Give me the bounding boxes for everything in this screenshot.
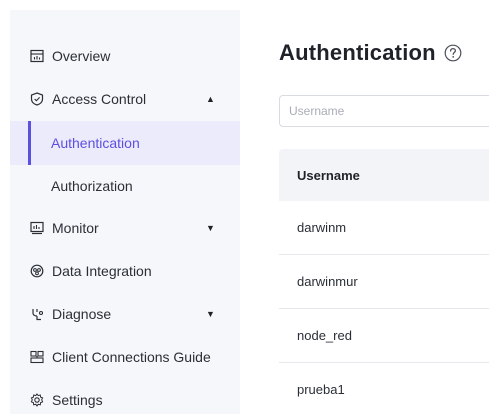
table-row[interactable]: prueba1 (279, 363, 489, 414)
sidebar-item-label: Authorization (51, 178, 133, 194)
sidebar: Overview Access Control ▲ Authentication… (10, 10, 240, 414)
search-input[interactable] (279, 95, 489, 127)
column-header-username[interactable]: Username (297, 168, 360, 183)
sidebar-item-label: Client Connections Guide (52, 349, 211, 365)
chevron-up-icon: ▲ (206, 94, 215, 104)
sidebar-item-client-connections-guide[interactable]: Client Connections Guide (10, 335, 240, 379)
connections-guide-icon (30, 350, 44, 364)
sidebar-item-label: Authentication (51, 135, 140, 151)
sidebar-item-label: Overview (52, 48, 111, 64)
sidebar-item-monitor[interactable]: Monitor ▼ (10, 206, 240, 250)
sidebar-item-authentication[interactable]: Authentication (10, 121, 240, 165)
table-cell: darwinm (297, 220, 347, 235)
sidebar-item-diagnose[interactable]: Diagnose ▼ (10, 292, 240, 336)
table-row[interactable]: node_red (279, 309, 489, 363)
sidebar-item-data-integration[interactable]: Data Integration (10, 249, 240, 293)
sidebar-item-label: Monitor (52, 220, 99, 236)
sidebar-item-authorization[interactable]: Authorization (10, 164, 240, 208)
table-cell: darwinmur (297, 274, 358, 289)
table-row[interactable]: darwinm (279, 201, 489, 255)
table-header: Username (279, 149, 489, 201)
page-title: Authentication (279, 40, 436, 65)
shield-icon (30, 92, 44, 106)
users-table: Username darwinm darwinmur node_red prue… (279, 149, 489, 414)
help-circle-icon[interactable] (444, 44, 462, 62)
sidebar-item-overview[interactable]: Overview (10, 34, 240, 78)
gear-icon (30, 393, 44, 407)
chevron-down-icon: ▼ (206, 223, 215, 233)
sidebar-item-settings[interactable]: Settings (10, 378, 240, 414)
sidebar-item-access-control[interactable]: Access Control ▲ (10, 77, 240, 121)
monitor-icon (30, 221, 44, 235)
sidebar-item-label: Data Integration (52, 263, 152, 279)
table-row[interactable]: darwinmur (279, 255, 489, 309)
dashboard-icon (30, 49, 44, 63)
sidebar-item-label: Access Control (52, 91, 147, 107)
table-cell: prueba1 (297, 382, 345, 397)
sidebar-item-label: Diagnose (52, 306, 112, 322)
integration-icon (30, 264, 44, 278)
page-header: Authentication (279, 40, 462, 66)
diagnose-icon (30, 307, 44, 321)
chevron-down-icon: ▼ (206, 309, 215, 319)
table-cell: node_red (297, 328, 352, 343)
sidebar-item-label: Settings (52, 392, 103, 408)
